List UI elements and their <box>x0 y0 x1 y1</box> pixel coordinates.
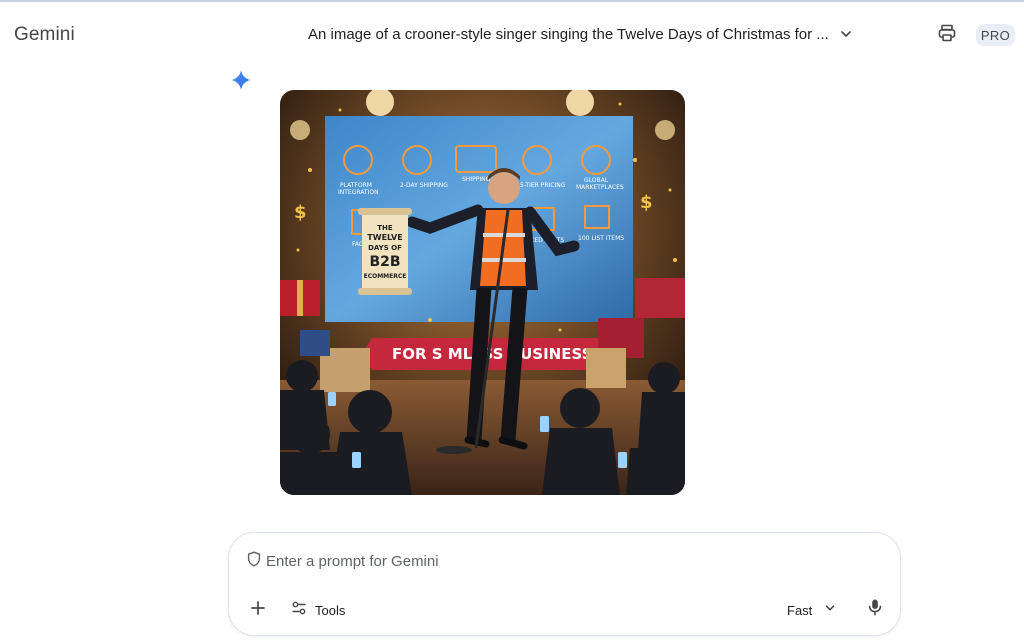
conversation-title: An image of a crooner-style singer singi… <box>308 25 829 43</box>
prompt-box: Enter a prompt for Gemini Tools Fast <box>228 532 901 636</box>
svg-text:$: $ <box>640 192 653 213</box>
mode-label: Fast <box>787 602 813 618</box>
chevron-down-icon <box>835 23 857 45</box>
svg-text:B2B: B2B <box>369 254 400 270</box>
svg-text:100 LIST ITEMS: 100 LIST ITEMS <box>578 235 624 242</box>
microphone-button[interactable] <box>859 593 891 625</box>
svg-text:FOR S MLESS BUSINESS!: FOR S MLESS BUSINESS! <box>392 345 599 363</box>
shield-icon <box>247 551 261 572</box>
svg-text:PLATFORM: PLATFORM <box>340 182 372 189</box>
chevron-down-icon <box>824 601 836 619</box>
app-name[interactable]: Gemini <box>14 24 75 46</box>
tools-icon <box>291 600 307 621</box>
generated-image[interactable]: PLATFORM INTEGRATION 2-DAY SHIPPING SHIPP… <box>280 90 685 495</box>
svg-text:DAYS OF: DAYS OF <box>368 244 402 252</box>
svg-text:THE: THE <box>377 224 393 232</box>
svg-text:$: $ <box>294 202 307 223</box>
add-files-button[interactable] <box>243 595 273 625</box>
top-bar: Gemini An image of a crooner-style singe… <box>0 2 1024 64</box>
svg-text:2-DAY SHIPPING: 2-DAY SHIPPING <box>400 182 448 189</box>
mic-icon <box>867 598 883 621</box>
svg-text:MARKETPLACES: MARKETPLACES <box>576 184 624 191</box>
svg-text:ECOMMERCE: ECOMMERCE <box>364 273 407 280</box>
tools-label: Tools <box>315 602 346 618</box>
print-button[interactable] <box>932 20 962 50</box>
svg-text:INTEGRATION: INTEGRATION <box>338 189 379 196</box>
plus-icon <box>250 600 266 621</box>
svg-text:GLOBAL: GLOBAL <box>584 177 609 184</box>
print-icon <box>937 23 957 48</box>
svg-text:SHIPPING: SHIPPING <box>462 176 491 183</box>
prompt-input[interactable]: Enter a prompt for Gemini <box>247 551 439 572</box>
mode-selector[interactable]: Fast <box>781 595 842 625</box>
pro-badge[interactable]: PRO <box>976 24 1015 46</box>
svg-text:TWELVE: TWELVE <box>367 233 402 242</box>
tools-button[interactable]: Tools <box>285 595 351 625</box>
prompt-placeholder: Enter a prompt for Gemini <box>266 553 439 570</box>
conversation-title-menu[interactable]: An image of a crooner-style singer singi… <box>300 18 865 50</box>
gemini-spark-icon <box>229 68 253 92</box>
svg-text:5-TIER PRICING: 5-TIER PRICING <box>520 182 566 189</box>
